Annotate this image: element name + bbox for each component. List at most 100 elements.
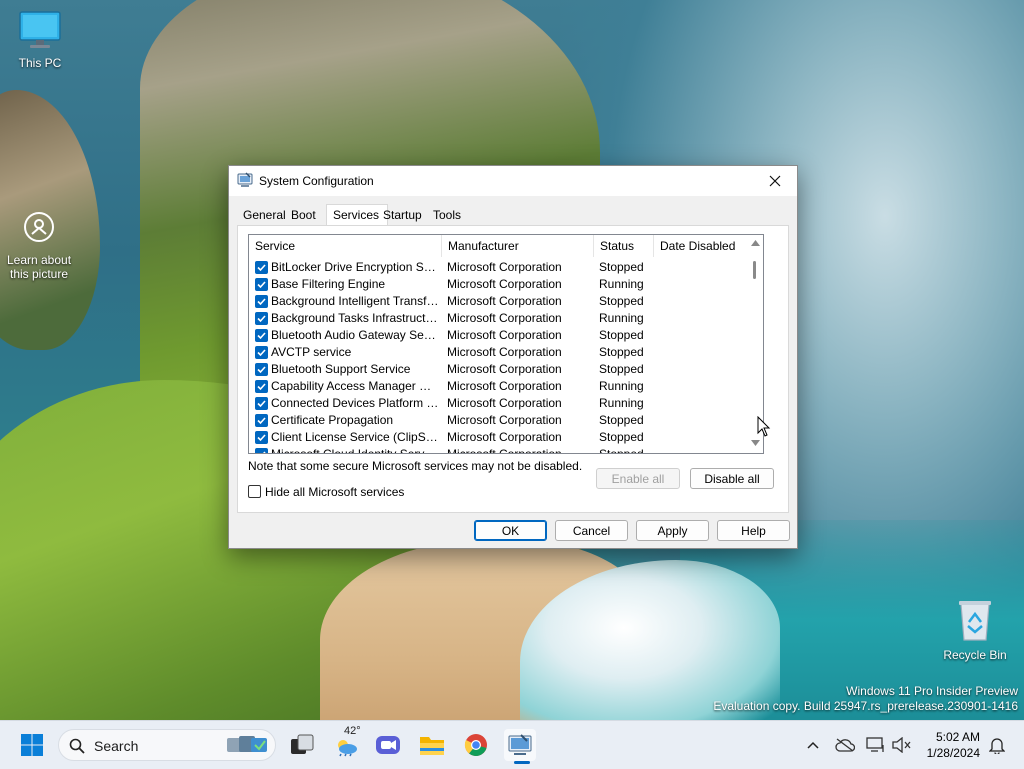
checkmark-icon <box>257 400 266 408</box>
table-row[interactable]: Connected Devices Platform Ser... Microso… <box>249 395 753 412</box>
service-checkbox[interactable] <box>255 261 268 274</box>
tab-services[interactable]: Services <box>326 204 388 227</box>
system-configuration-taskbar-button[interactable] <box>504 729 536 764</box>
services-tab-panel: Service Manufacturer Status Date Disable… <box>237 225 789 513</box>
table-row[interactable]: Client License Service (ClipSVC) Microsof… <box>249 429 753 446</box>
service-name: Certificate Propagation <box>271 413 394 427</box>
service-manufacturer: Microsoft Corporation <box>447 328 562 342</box>
desktop-icon-recycle-bin[interactable]: Recycle Bin <box>935 598 1015 662</box>
volume-tray-button[interactable] <box>892 735 912 755</box>
notifications-button[interactable] <box>987 735 1007 755</box>
column-header-manufacturer[interactable]: Manufacturer <box>442 235 594 257</box>
service-manufacturer: Microsoft Corporation <box>447 345 562 359</box>
service-checkbox[interactable] <box>255 295 268 308</box>
table-row[interactable]: Certificate Propagation Microsoft Corpora… <box>249 412 753 429</box>
service-status: Running <box>599 396 644 410</box>
show-hidden-icons-button[interactable] <box>803 735 823 755</box>
desktop-icon-this-pc[interactable]: This PC <box>0 10 80 70</box>
chevron-up-icon <box>807 741 819 749</box>
service-manufacturer: Microsoft Corporation <box>447 430 562 444</box>
search-highlight-icon <box>227 736 267 752</box>
checkmark-icon <box>263 451 266 453</box>
clock-time: 5:02 AM <box>935 730 980 744</box>
hide-microsoft-services-checkbox[interactable] <box>248 485 261 498</box>
network-tray-button[interactable] <box>866 735 886 755</box>
system-configuration-icon <box>508 734 532 755</box>
meet-button[interactable] <box>372 729 404 761</box>
service-status: Stopped <box>599 294 644 308</box>
hide-microsoft-services-label: Hide all Microsoft services <box>265 485 405 499</box>
table-row[interactable]: Background Intelligent Transfer ... Micro… <box>249 293 753 310</box>
checkmark-icon <box>257 349 266 357</box>
taskbar-clock[interactable]: 5:02 AM 1/28/2024 <box>920 729 980 761</box>
table-row[interactable]: Microsoft Cloud Identity Service Microsof… <box>249 446 753 454</box>
table-row[interactable]: Bluetooth Audio Gateway Service Microsoft… <box>249 327 753 344</box>
enable-all-button[interactable]: Enable all <box>596 468 680 489</box>
help-button[interactable]: Help <box>717 520 790 541</box>
network-icon <box>866 737 884 752</box>
table-row[interactable]: Capability Access Manager Service Microso… <box>249 378 753 395</box>
service-manufacturer: Microsoft Corporation <box>447 294 562 308</box>
file-explorer-button[interactable] <box>416 729 448 761</box>
checkmark-icon <box>257 332 266 340</box>
service-checkbox[interactable] <box>255 448 268 453</box>
weather-button[interactable]: 42° <box>330 725 362 761</box>
service-checkbox[interactable] <box>255 397 268 410</box>
apply-button[interactable]: Apply <box>636 520 709 541</box>
ok-button[interactable]: OK <box>474 520 547 541</box>
service-checkbox[interactable] <box>255 380 268 393</box>
tab-boot[interactable]: Boot <box>288 206 319 224</box>
hide-microsoft-services-option[interactable]: Hide all Microsoft services <box>248 485 404 499</box>
service-checkbox[interactable] <box>255 278 268 291</box>
table-row[interactable]: Bluetooth Support Service Microsoft Corpo… <box>249 361 753 378</box>
clock-date: 1/28/2024 <box>926 746 980 760</box>
service-checkbox[interactable] <box>255 312 268 325</box>
tab-tools[interactable]: Tools <box>430 206 464 224</box>
start-button[interactable] <box>16 729 48 761</box>
system-configuration-dialog: System Configuration General Boot Servic… <box>228 165 798 549</box>
chrome-button[interactable] <box>460 729 492 761</box>
cloud-offline-icon <box>835 738 855 752</box>
tab-startup[interactable]: Startup <box>380 206 425 224</box>
service-checkbox[interactable] <box>255 363 268 376</box>
table-row[interactable]: Background Tasks Infrastructur... Microso… <box>249 310 753 327</box>
column-header-date-disabled[interactable]: Date Disabled <box>654 235 755 257</box>
service-status: Stopped <box>599 362 644 376</box>
service-name: AVCTP service <box>271 345 352 359</box>
system-configuration-icon <box>237 172 253 187</box>
service-manufacturer: Microsoft Corporation <box>447 396 562 410</box>
table-row[interactable]: Base Filtering Engine Microsoft Corporati… <box>249 276 753 293</box>
scrollbar-thumb[interactable] <box>753 261 756 279</box>
service-status: Stopped <box>599 447 644 454</box>
cancel-button[interactable]: Cancel <box>555 520 628 541</box>
scroll-down-arrow-icon[interactable] <box>751 440 760 446</box>
table-row[interactable]: BitLocker Drive Encryption Service Micros… <box>249 259 753 276</box>
column-header-service[interactable]: Service <box>249 235 442 257</box>
dialog-titlebar[interactable]: System Configuration <box>229 166 797 196</box>
file-explorer-icon <box>420 737 444 755</box>
table-row[interactable]: AVCTP service Microsoft Corporation Stoppe… <box>249 344 753 361</box>
service-checkbox[interactable] <box>255 346 268 359</box>
desktop-icon-label: This PC <box>18 56 62 70</box>
service-checkbox[interactable] <box>255 414 268 427</box>
checkmark-icon <box>257 281 266 289</box>
service-manufacturer: Microsoft Corporation <box>447 260 562 274</box>
service-checkbox[interactable] <box>255 329 268 342</box>
close-button[interactable] <box>753 166 797 196</box>
list-rows: BitLocker Drive Encryption Service Micros… <box>249 259 753 454</box>
desktop-icon-learn-about-picture[interactable]: Learn about this picture <box>0 210 79 281</box>
volume-muted-icon <box>892 737 911 753</box>
scroll-up-arrow-icon[interactable] <box>751 240 760 246</box>
service-manufacturer: Microsoft Corporation <box>447 379 562 393</box>
taskbar-search-box[interactable]: Search <box>58 729 276 761</box>
disable-all-button[interactable]: Disable all <box>690 468 774 489</box>
tab-general[interactable]: General <box>240 206 289 224</box>
service-checkbox[interactable] <box>255 431 268 444</box>
service-name: Connected Devices Platform Ser... <box>271 396 439 410</box>
onedrive-tray-button[interactable] <box>835 735 855 755</box>
close-icon <box>769 175 781 187</box>
task-view-button[interactable] <box>286 729 318 761</box>
list-header: Service Manufacturer Status Date Disable… <box>249 235 755 257</box>
meet-icon <box>376 736 400 754</box>
column-header-status[interactable]: Status <box>594 235 654 257</box>
